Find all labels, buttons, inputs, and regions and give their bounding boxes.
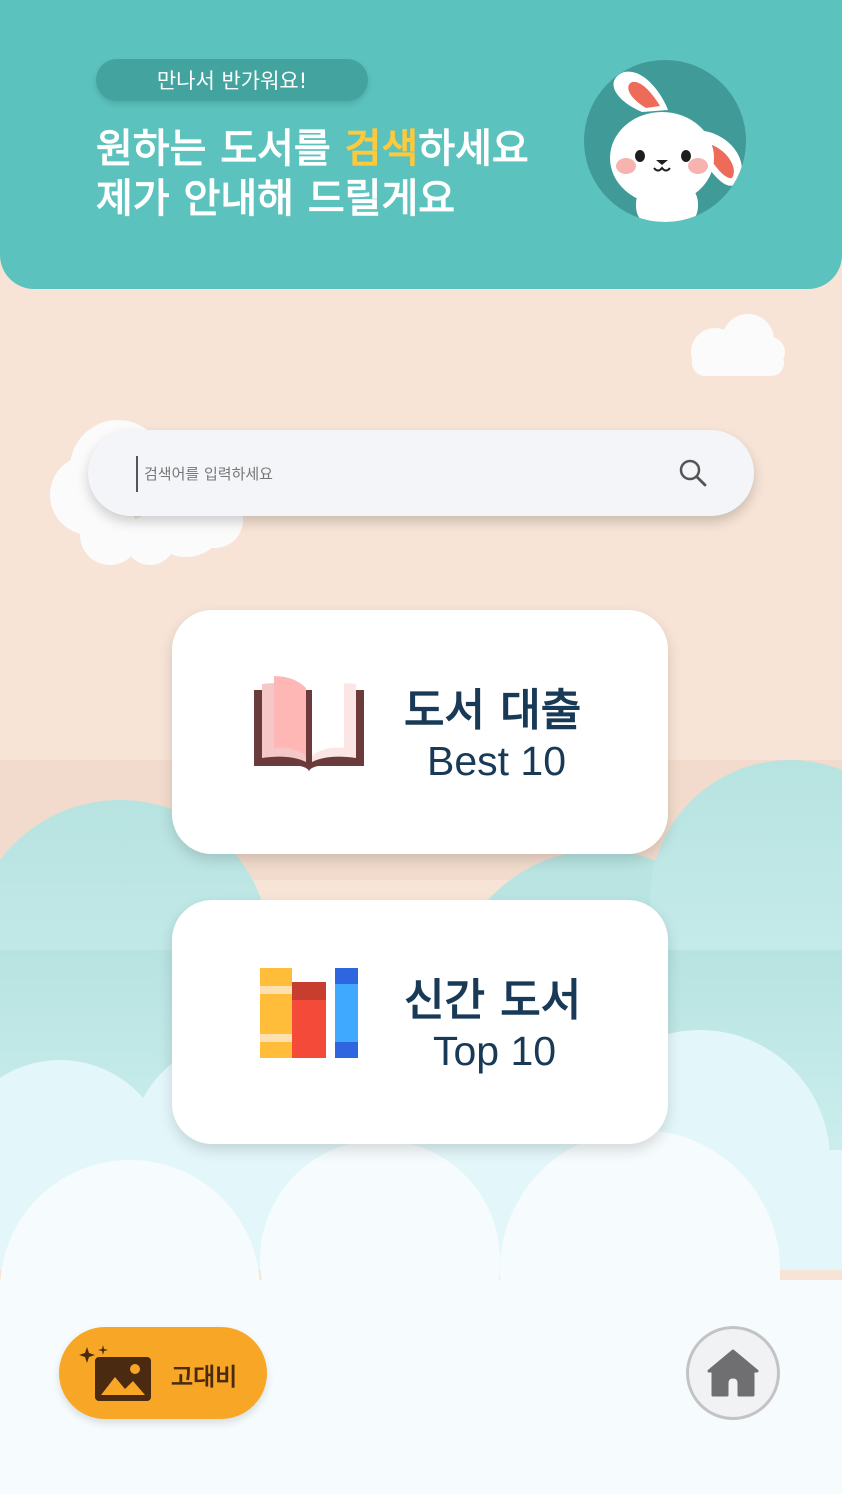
headline-prefix: 원하는 도서를 [96, 126, 345, 172]
search-input[interactable] [136, 456, 666, 492]
app-screen: 만나서 반가워요! 원하는 도서를 검색하세요 제가 안내해 드릴게요 검색어를… [0, 0, 842, 1494]
card-title: 신간 도서 [404, 975, 582, 1026]
card-subtitle: Best 10 [427, 738, 567, 784]
bunny-icon [610, 71, 742, 222]
search-icon[interactable] [676, 456, 710, 490]
card-subtitle: Top 10 [433, 1028, 557, 1074]
books-icon [260, 968, 358, 1058]
greeting-badge: 만나서 반가워요! [96, 59, 368, 101]
home-button[interactable] [686, 1326, 780, 1420]
card-title: 도서 대출 [404, 685, 582, 736]
image-sparkle-icon [79, 1345, 151, 1401]
high-contrast-button[interactable]: 고대비 [59, 1327, 267, 1419]
card-book-loan[interactable]: 도서 대출 Best 10 [172, 610, 668, 854]
search-bar [88, 430, 754, 516]
high-contrast-label: 고대비 [171, 1363, 238, 1391]
headline-accent: 검색 [344, 126, 419, 172]
headline-line-2: 제가 안내해 드릴게요 [96, 176, 456, 222]
mascot-avatar [584, 60, 746, 222]
headline-suffix: 하세요 [418, 126, 529, 172]
header-banner: 만나서 반가워요! 원하는 도서를 검색하세요 제가 안내해 드릴게요 [0, 0, 842, 289]
headline-line-1: 원하는 도서를 검색하세요 [96, 124, 529, 174]
card-new-books[interactable]: 신간 도서 Top 10 [172, 900, 668, 1144]
open-book-icon [254, 676, 364, 772]
home-icon [707, 1349, 759, 1397]
headline: 원하는 도서를 검색하세요 제가 안내해 드릴게요 [96, 124, 529, 224]
